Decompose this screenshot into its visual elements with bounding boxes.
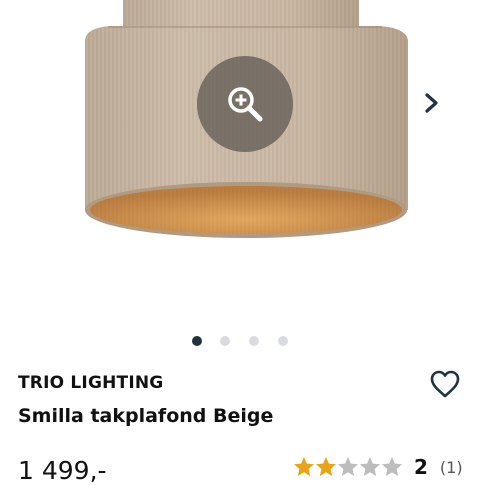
pagination-dot-3[interactable]: [249, 336, 259, 346]
star-empty-icon: [360, 457, 380, 476]
rating-score: 2: [414, 455, 428, 479]
product-rating[interactable]: 2 (1): [292, 454, 463, 480]
star-empty-icon: [382, 457, 402, 476]
product-image-gallery[interactable]: [0, 0, 480, 330]
product-title: Smilla takplafond Beige: [18, 405, 274, 427]
zoom-in-icon: [228, 87, 263, 122]
rating-stars: [292, 455, 402, 479]
rating-count: (1): [439, 457, 463, 477]
chevron-right-icon: [425, 93, 438, 113]
zoom-button[interactable]: [197, 56, 293, 152]
product-brand[interactable]: TRIO LIGHTING: [18, 373, 163, 393]
star-empty-icon: [338, 457, 358, 476]
favorite-button[interactable]: [428, 368, 462, 400]
product-price: 1 499,-: [18, 456, 107, 485]
pagination-dot-1[interactable]: [192, 336, 202, 346]
pagination-dot-4[interactable]: [278, 336, 288, 346]
pagination-dot-2[interactable]: [220, 336, 230, 346]
star-filled-icon: [316, 457, 336, 476]
next-image-button[interactable]: [418, 88, 446, 118]
star-filled-icon: [294, 457, 314, 476]
gallery-pagination: [0, 335, 480, 349]
product-image[interactable]: [0, 0, 480, 330]
heart-outline-icon: [430, 370, 460, 398]
